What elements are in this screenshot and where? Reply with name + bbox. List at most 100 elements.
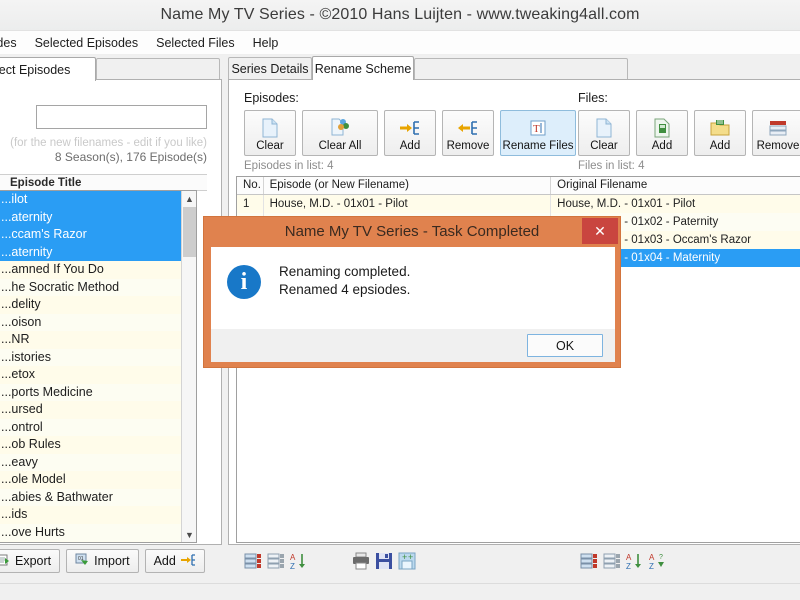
add-episodes-button[interactable]: Add xyxy=(144,549,205,573)
menu-item-selected-files[interactable]: Selected Files xyxy=(147,34,244,52)
files-clear-button[interactable]: Clear xyxy=(578,110,630,156)
episode-list[interactable]: ...ilot ...aternity ...ccam's Razor ...ater… xyxy=(0,190,197,543)
remove-rows-icon xyxy=(768,117,788,139)
list-item[interactable]: ...ove Hurts xyxy=(0,523,196,541)
pages-stack-icon xyxy=(329,117,351,139)
export-button[interactable]: Export xyxy=(0,549,61,573)
episodes-in-list-count: Episodes in list: 4 xyxy=(244,160,334,172)
tab-rename-scheme[interactable]: Rename Scheme xyxy=(312,56,414,80)
select-all-rows-icon[interactable] xyxy=(244,552,262,570)
episode-list-scrollbar[interactable]: ▲ ▼ xyxy=(181,191,196,542)
window-titlebar: Name My TV Series - ©2010 Hans Luijten -… xyxy=(0,0,800,31)
episodes-remove-button[interactable]: Remove xyxy=(442,110,494,156)
menu-item-selected-episodes[interactable]: Selected Episodes xyxy=(26,34,148,52)
list-item[interactable]: ...oison xyxy=(0,313,196,331)
table-cell-episode: House, M.D. - 01x01 - Pilot xyxy=(264,195,552,213)
files-add-folder-label: Add xyxy=(709,140,731,152)
table-cell-no: 1 xyxy=(237,195,264,213)
episodes-add-button[interactable]: Add xyxy=(384,110,436,156)
episodes-clear-all-label: Clear All xyxy=(318,140,362,152)
list-item[interactable]: ...aternity xyxy=(0,208,196,226)
dialog-body: i Renaming completed. Renamed 4 epsiodes… xyxy=(211,247,615,329)
left-bottom-buttons: Export 01 Import Add xyxy=(0,549,205,573)
tab-filler xyxy=(96,58,220,81)
right-tab-strip: Series Details Rename Scheme xyxy=(228,56,628,81)
svg-text:+: + xyxy=(408,552,413,562)
blank-page-icon xyxy=(261,117,279,139)
menu-item-episodes[interactable]: ...des xyxy=(0,34,26,52)
svg-text:?: ? xyxy=(659,554,663,561)
list-item[interactable]: ...he Socratic Method xyxy=(0,278,196,296)
import-button[interactable]: 01 Import xyxy=(66,549,139,573)
scroll-down-arrow-icon[interactable]: ▼ xyxy=(182,527,196,542)
list-item[interactable]: ...aternity xyxy=(0,243,196,261)
list-item[interactable]: ...delity xyxy=(0,296,196,314)
list-item[interactable]: ...ursed xyxy=(0,401,196,419)
list-item[interactable]: ...ob Rules xyxy=(0,436,196,454)
export-icon xyxy=(0,553,11,570)
left-tab-strip: ...lect Episodes xyxy=(0,56,220,81)
grid-col-no[interactable]: No. xyxy=(237,177,264,194)
list-item[interactable]: ...ilot xyxy=(0,191,196,209)
blank-page-icon xyxy=(595,117,613,139)
files-add-folder-button[interactable]: Add xyxy=(694,110,746,156)
grid-left-icon-group: AZ xyxy=(244,552,308,571)
import-label: Import xyxy=(94,554,130,568)
svg-text:T: T xyxy=(533,123,540,135)
search-input[interactable] xyxy=(36,105,207,129)
file-add-icon xyxy=(653,117,671,139)
svg-text:Z: Z xyxy=(649,562,654,570)
grid-col-episode[interactable]: Episode (or New Filename) xyxy=(264,177,552,194)
list-item[interactable]: ...abies & Bathwater xyxy=(0,488,196,506)
files-remove-button[interactable]: Remove xyxy=(752,110,800,156)
episodes-clear-label: Clear xyxy=(256,140,284,152)
list-item[interactable]: ...ole Model xyxy=(0,471,196,489)
save-new-icon[interactable]: + + xyxy=(398,552,416,570)
print-icon[interactable] xyxy=(352,552,370,570)
rename-text-icon: T xyxy=(529,117,547,139)
deselect-rows-icon[interactable] xyxy=(267,552,285,570)
grid-col-original[interactable]: Original Filename xyxy=(551,177,800,194)
sort-az-query-icon[interactable]: A Z? xyxy=(649,552,667,571)
deselect-rows-icon[interactable] xyxy=(603,552,621,570)
close-icon[interactable]: ✕ xyxy=(582,218,618,244)
episodes-clear-all-button[interactable]: Clear All xyxy=(302,110,378,156)
tab-select-episodes[interactable]: ...lect Episodes xyxy=(0,57,96,81)
tab-series-details[interactable]: Series Details xyxy=(228,57,312,80)
list-item[interactable]: ...ccam's Razor xyxy=(0,226,196,244)
list-item[interactable]: ...ontrol xyxy=(0,418,196,436)
right-tab-filler xyxy=(414,58,628,81)
list-item[interactable]: ...eavy xyxy=(0,453,196,471)
sort-az-down-icon[interactable]: AZ xyxy=(626,552,644,571)
episode-title-column-header: Episode Title xyxy=(10,176,82,189)
list-item[interactable]: ...ports Medicine xyxy=(0,383,196,401)
status-bar xyxy=(0,583,800,600)
save-icon[interactable] xyxy=(375,552,393,570)
table-row[interactable]: 1 House, M.D. - 01x01 - Pilot House, M.D. … xyxy=(237,195,800,213)
ok-button[interactable]: OK xyxy=(527,334,603,357)
folder-add-icon xyxy=(710,117,730,139)
list-item[interactable]: ...amned If You Do xyxy=(0,261,196,279)
scrollbar-thumb[interactable] xyxy=(183,207,196,257)
menu-item-help[interactable]: Help xyxy=(244,34,288,52)
files-add-file-button[interactable]: Add xyxy=(636,110,688,156)
list-item[interactable]: ...istories xyxy=(0,348,196,366)
episodes-toolbar: Clear Clear All Add Remove T Rename File… xyxy=(244,110,576,156)
grid-mid-icon-group: + + xyxy=(352,552,416,570)
scroll-up-arrow-icon[interactable]: ▲ xyxy=(182,191,196,206)
list-item[interactable]: ...ids xyxy=(0,506,196,524)
episodes-clear-button[interactable]: Clear xyxy=(244,110,296,156)
grid-right-icon-group: AZ A Z? xyxy=(580,552,667,571)
sort-az-icon[interactable]: AZ xyxy=(290,552,308,571)
rename-files-button[interactable]: T Rename Files xyxy=(500,110,576,156)
select-all-rows-icon[interactable] xyxy=(580,552,598,570)
dialog-titlebar: Name My TV Series - Task Completed ✕ xyxy=(204,217,620,246)
list-item[interactable]: ...etox xyxy=(0,366,196,384)
dialog-message-line1: Renaming completed. xyxy=(279,264,411,279)
dialog-message: Renaming completed. Renamed 4 epsiodes. xyxy=(279,263,410,299)
import-icon: 01 xyxy=(75,553,90,570)
svg-text:+: + xyxy=(402,552,407,562)
episode-list-header: Episode Title xyxy=(0,174,207,191)
files-in-list-count: Files in list: 4 xyxy=(578,160,645,172)
list-item[interactable]: ...NR xyxy=(0,331,196,349)
